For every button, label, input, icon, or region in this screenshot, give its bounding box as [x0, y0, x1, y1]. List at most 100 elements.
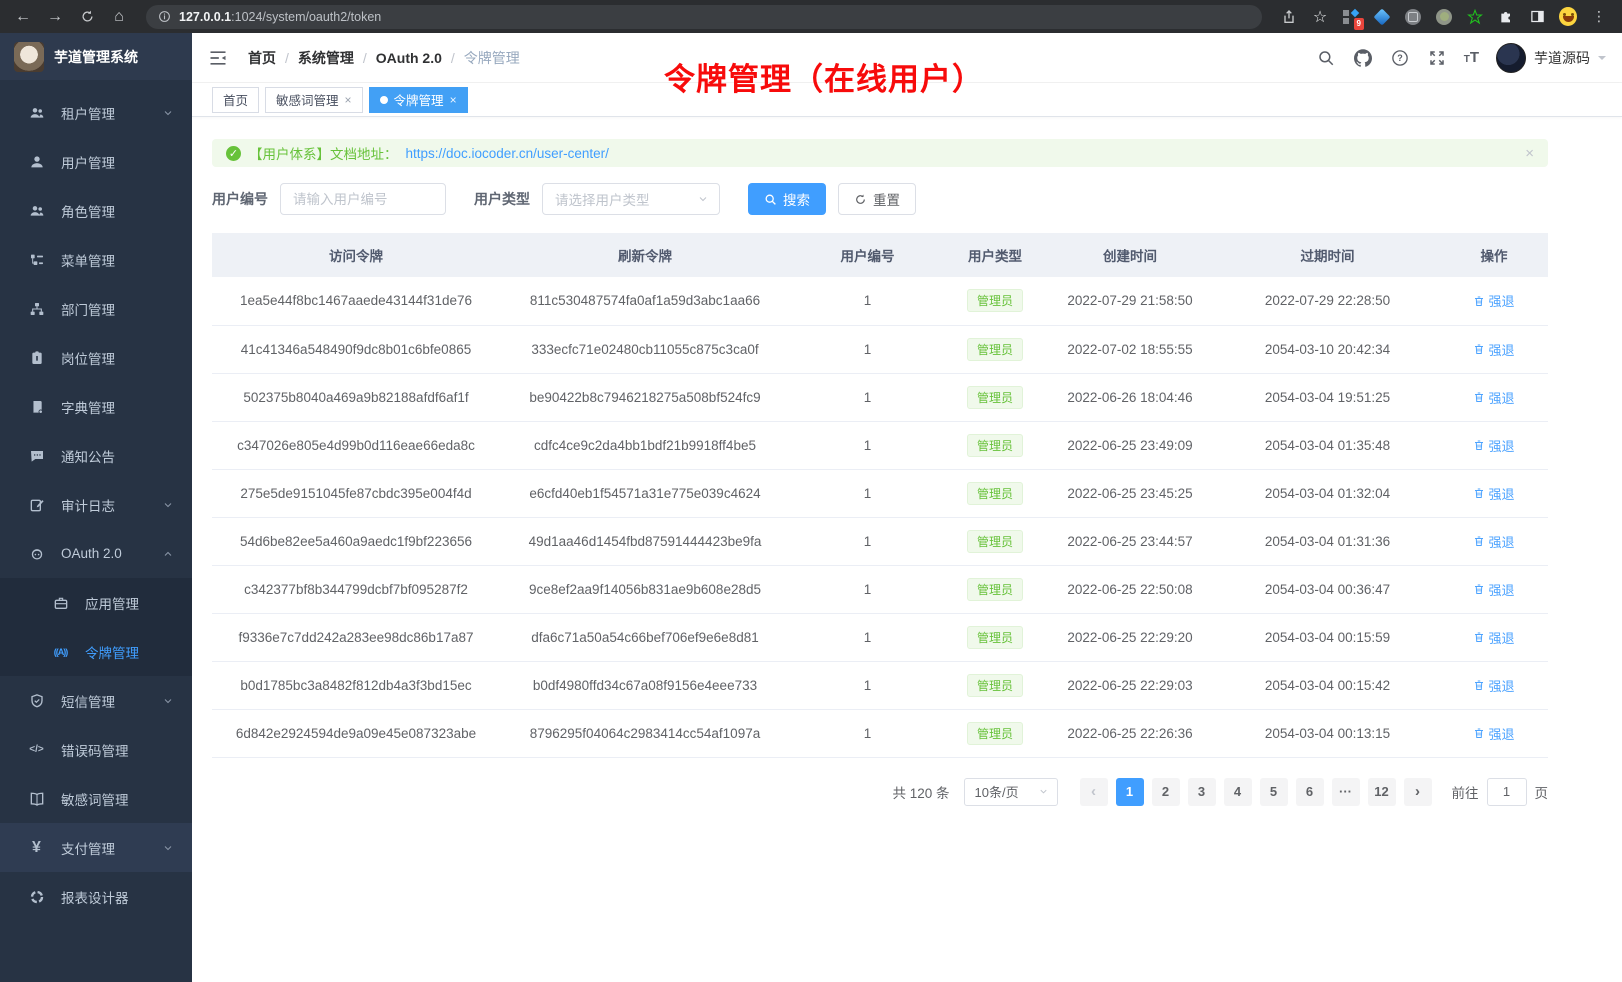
github-icon[interactable] — [1353, 48, 1373, 68]
site-info-icon[interactable] — [158, 10, 171, 23]
alert-close-icon[interactable]: × — [1525, 145, 1534, 162]
goto-label: 前往 — [1452, 782, 1479, 802]
force-logout-button[interactable]: 强退 — [1473, 628, 1514, 647]
expires-cell: 2054-03-04 01:32:04 — [1215, 469, 1440, 517]
force-logout-button[interactable]: 强退 — [1473, 340, 1514, 359]
force-logout-button[interactable]: 强退 — [1473, 388, 1514, 407]
extension-puzzle-icon[interactable] — [1497, 8, 1515, 26]
share-icon[interactable] — [1280, 8, 1298, 26]
tab-令牌管理[interactable]: 令牌管理× — [369, 87, 468, 113]
browser-menu-icon[interactable]: ⋮ — [1590, 8, 1608, 26]
page-button-2[interactable]: 2 — [1152, 778, 1180, 806]
breadcrumb-item[interactable]: OAuth 2.0 — [376, 50, 442, 66]
sidebar-item-pay-yen[interactable]: ¥支付管理 — [0, 823, 192, 872]
action-cell: 强退 — [1440, 421, 1548, 469]
force-logout-button[interactable]: 强退 — [1473, 676, 1514, 695]
force-logout-button[interactable]: 强退 — [1473, 724, 1514, 743]
force-logout-button[interactable]: 强退 — [1473, 532, 1514, 551]
prev-page-button[interactable]: ‹ — [1080, 778, 1108, 806]
extension-sidebar-icon[interactable] — [1528, 8, 1546, 26]
sidebar-item-user[interactable]: 用户管理 — [0, 137, 192, 186]
chevron-up-icon — [162, 548, 174, 560]
refresh-token-cell: 8796295f04064c2983414cc54af1097a — [500, 709, 790, 757]
extension-green-star-icon[interactable] — [1466, 8, 1484, 26]
fullscreen-icon[interactable] — [1427, 48, 1447, 68]
tab-close-icon[interactable]: × — [450, 94, 457, 106]
force-logout-button[interactable]: 强退 — [1473, 436, 1514, 455]
delete-icon — [1473, 295, 1485, 307]
sidebar-item-label: 部门管理 — [61, 299, 174, 319]
breadcrumb-separator: / — [451, 50, 455, 66]
search-button[interactable]: 搜索 — [748, 183, 826, 215]
page-size-select[interactable]: 10条/页 — [964, 778, 1058, 806]
sidebar-item-org[interactable]: 部门管理 — [0, 284, 192, 333]
sidebar-item-menu-tree[interactable]: 菜单管理 — [0, 235, 192, 284]
browser-forward-icon[interactable]: → — [42, 4, 68, 30]
sidebar-item-label: 菜单管理 — [61, 250, 174, 270]
address-bar[interactable]: 127.0.0.1:1024/system/oauth2/token — [146, 5, 1262, 29]
sidebar-item-notice-bubble[interactable]: 通知公告 — [0, 431, 192, 480]
user-menu[interactable]: 芋道源码 — [1496, 43, 1606, 73]
access-token-cell: c342377bf8b344799dcbf7bf095287f2 — [212, 565, 500, 613]
token-table: 访问令牌刷新令牌用户编号用户类型创建时间过期时间操作 1ea5e44f8bc14… — [212, 233, 1548, 758]
page-button-6[interactable]: 6 — [1296, 778, 1324, 806]
breadcrumb-item[interactable]: 系统管理 — [298, 48, 354, 68]
tab-close-icon[interactable]: × — [345, 94, 352, 106]
doc-link[interactable]: https://doc.iocoder.cn/user-center/ — [406, 146, 609, 161]
force-logout-button[interactable]: 强退 — [1473, 484, 1514, 503]
profile-avatar-icon[interactable] — [1559, 8, 1577, 26]
page-button-3[interactable]: 3 — [1188, 778, 1216, 806]
user-type-tag: 管理员 — [967, 626, 1023, 649]
sidebar-item-app-briefcase[interactable]: 应用管理 — [0, 578, 192, 627]
breadcrumb-item[interactable]: 首页 — [248, 48, 276, 68]
force-logout-button[interactable]: 强退 — [1473, 291, 1514, 310]
sidebar-item-role[interactable]: 角色管理 — [0, 186, 192, 235]
page-button-1[interactable]: 1 — [1116, 778, 1144, 806]
more-pages-button[interactable]: ··· — [1332, 778, 1360, 806]
column-header: 访问令牌 — [212, 233, 500, 277]
user-id-cell: 1 — [790, 565, 945, 613]
sidebar-item-token-signal[interactable]: ((A))令牌管理 — [0, 627, 192, 676]
search-icon[interactable] — [1316, 48, 1336, 68]
app-logo-row[interactable]: 芋道管理系统 — [0, 33, 192, 80]
tab-首页[interactable]: 首页 — [212, 87, 259, 113]
force-logout-button[interactable]: 强退 — [1473, 580, 1514, 599]
sidebar-item-errcode[interactable]: </>错误码管理 — [0, 725, 192, 774]
user-type-select[interactable]: 请选择用户类型 — [542, 183, 720, 215]
sidebar-item-report-donut[interactable]: 报表设计器 — [0, 872, 192, 921]
extension-gray-circle-icon[interactable] — [1404, 8, 1422, 26]
goto-page-input[interactable] — [1487, 778, 1527, 806]
next-page-button[interactable]: › — [1404, 778, 1432, 806]
bookmark-star-icon[interactable]: ☆ — [1311, 8, 1329, 26]
sidebar-collapse-icon[interactable] — [208, 47, 230, 69]
tab-敏感词管理[interactable]: 敏感词管理× — [265, 87, 363, 113]
sidebar-item-label: 短信管理 — [61, 691, 162, 711]
user-id-input[interactable] — [280, 183, 446, 215]
sidebar-item-label: 错误码管理 — [61, 740, 174, 760]
extension-green-circle-icon[interactable] — [1435, 8, 1453, 26]
user-id-cell: 1 — [790, 277, 945, 325]
browser-home-icon[interactable]: ⌂ — [106, 4, 132, 30]
user-id-cell: 1 — [790, 373, 945, 421]
sidebar-item-post-badge[interactable]: 岗位管理 — [0, 333, 192, 382]
sidebar-item-sensitive-book[interactable]: 敏感词管理 — [0, 774, 192, 823]
reset-button[interactable]: 重置 — [838, 183, 916, 215]
access-token-cell: 54d6be82ee5a460a9aedc1f9bf223656 — [212, 517, 500, 565]
sidebar-item-sms-shield[interactable]: 短信管理 — [0, 676, 192, 725]
browser-back-icon[interactable]: ← — [10, 4, 36, 30]
sidebar-item-tenant-users[interactable]: 租户管理 — [0, 88, 192, 137]
sidebar-item-audit-pencil[interactable]: 审计日志 — [0, 480, 192, 529]
user-id-cell: 1 — [790, 421, 945, 469]
sidebar-item-oauth-robot[interactable]: OAuth 2.0 — [0, 529, 192, 578]
sidebar-item-label: OAuth 2.0 — [61, 546, 162, 561]
help-icon[interactable]: ? — [1390, 48, 1410, 68]
page-button-5[interactable]: 5 — [1260, 778, 1288, 806]
refresh-token-cell: e6cfd40eb1f54571a31e775e039c4624 — [500, 469, 790, 517]
browser-reload-icon[interactable] — [74, 4, 100, 30]
font-size-icon[interactable]: TT — [1464, 49, 1479, 66]
extension-gem-icon[interactable] — [1373, 8, 1391, 26]
sidebar-item-dict-book[interactable]: 字典管理 — [0, 382, 192, 431]
extension-grid-icon[interactable]: 9 — [1342, 8, 1360, 26]
page-button-4[interactable]: 4 — [1224, 778, 1252, 806]
page-button-12[interactable]: 12 — [1368, 778, 1396, 806]
